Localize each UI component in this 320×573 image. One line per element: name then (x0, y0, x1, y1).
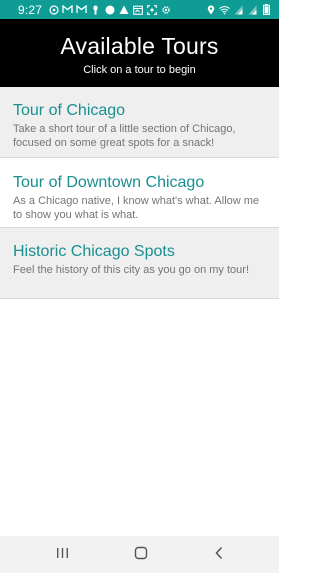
tour-title: Tour of Downtown Chicago (13, 174, 205, 191)
whatsapp-icon (48, 4, 59, 15)
navigation-bar (0, 536, 279, 573)
tour-item-tour-of-chicago[interactable]: Tour of Chicago Take a short tour of a l… (0, 87, 279, 158)
header: Available Tours Click on a tour to begin (0, 19, 279, 87)
recents-button[interactable] (52, 545, 72, 565)
status-time: 9:27 (18, 2, 43, 17)
tour-item-tour-of-downtown-chicago[interactable]: Tour of Downtown Chicago As a Chicago na… (0, 158, 279, 228)
recents-icon (56, 546, 69, 564)
calendar-icon (132, 4, 143, 15)
screenshot-icon (146, 4, 157, 15)
signal-icon (247, 4, 258, 15)
wifi-icon (219, 4, 230, 15)
screen: 9:27 Available Tours Click on a tour to … (0, 0, 279, 573)
settings-icon (160, 4, 171, 15)
tour-description: Feel the history of this city as you go … (13, 264, 249, 276)
tour-list: Tour of Chicago Take a short tour of a l… (0, 87, 279, 299)
tour-title: Tour of Chicago (13, 102, 126, 119)
tour-description: As a Chicago native, I know what's what.… (13, 195, 260, 221)
tour-title: Historic Chicago Spots (13, 243, 175, 260)
system-icons (205, 4, 272, 15)
tour-description: Take a short tour of a little section of… (13, 123, 236, 149)
gmail-icon (76, 4, 87, 15)
back-icon (214, 546, 224, 565)
status-bar: 9:27 (0, 0, 279, 19)
tour-item-historic-chicago-spots[interactable]: Historic Chicago Spots Feel the history … (0, 228, 279, 299)
home-icon (134, 546, 148, 565)
page-subtitle: Click on a tour to begin (83, 64, 196, 76)
circle-app-icon (104, 4, 115, 15)
page-title: Available Tours (60, 33, 219, 59)
location-pin-icon (90, 4, 101, 15)
back-button[interactable] (209, 545, 229, 565)
image-icon (118, 4, 129, 15)
gmail-icon (62, 4, 73, 15)
signal-icon (233, 4, 244, 15)
battery-icon (261, 4, 272, 15)
notification-icons (48, 4, 171, 15)
location-icon (205, 4, 216, 15)
home-button[interactable] (131, 545, 151, 565)
